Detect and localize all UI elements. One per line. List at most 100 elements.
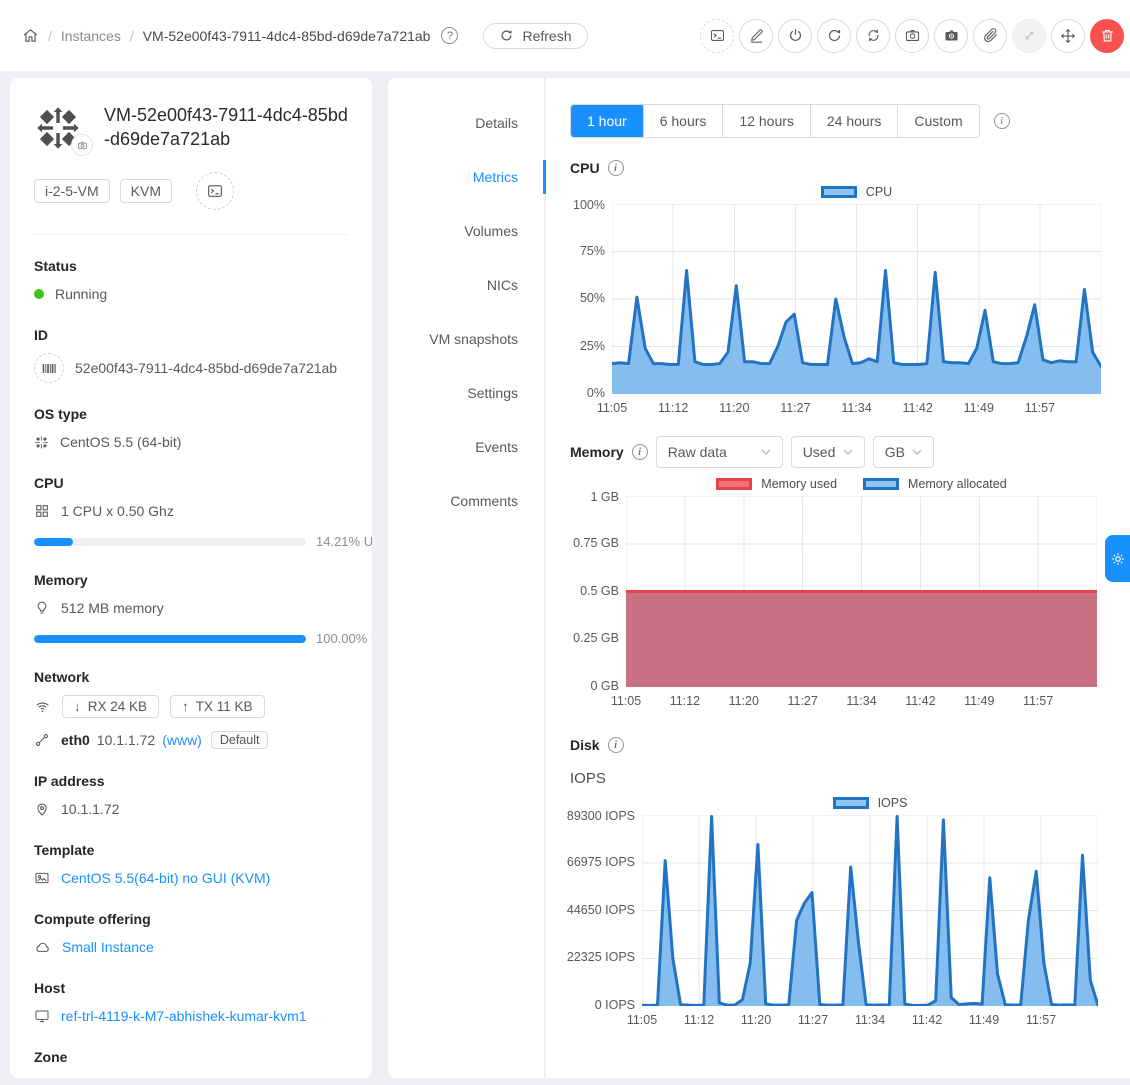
up-arrow-icon: ↑ (182, 699, 189, 714)
zone-link[interactable]: ref-trl-4119-k-M7-abhishek-kumar (61, 1077, 268, 1078)
memory-metric-select[interactable]: Used (791, 436, 865, 468)
x-axis-tick-label: 11:34 (855, 1013, 885, 1027)
legend-item[interactable]: Memory used (716, 477, 837, 491)
edit-button[interactable] (739, 19, 773, 53)
x-axis-tick-label: 11:20 (719, 401, 749, 415)
metrics-panel: 1 hour 6 hours 12 hours 24 hours Custom … (546, 78, 1130, 1078)
template-label: Template (34, 842, 348, 858)
legend-label: Memory used (761, 477, 837, 491)
breadcrumb-separator: / (130, 28, 134, 44)
legend-item[interactable]: CPU (821, 185, 892, 199)
info-circle-icon[interactable]: i (608, 160, 624, 176)
tab-settings[interactable]: Settings (388, 373, 544, 413)
tab-events[interactable]: Events (388, 427, 544, 467)
range-12-hours[interactable]: 12 hours (722, 105, 809, 137)
legend-item[interactable]: Memory allocated (863, 477, 1007, 491)
breadcrumb-vm-name: VM-52e00f43-7911-4dc4-85bd-d69de7a721ab (143, 28, 431, 44)
x-axis-tick-label: 11:27 (780, 401, 810, 415)
x-axis-tick-label: 11:49 (964, 694, 994, 708)
console-button[interactable] (700, 19, 734, 53)
take-snapshot-button[interactable] (895, 19, 929, 53)
centos-os-icon (34, 435, 49, 450)
attach-iso-button[interactable] (973, 19, 1007, 53)
vm-id-value: 52e00f43-7911-4dc4-85bd-d69de7a721ab (75, 360, 337, 376)
reinstall-button[interactable] (856, 19, 890, 53)
status-label: Status (34, 258, 348, 274)
y-axis-tick-label: 66975 IOPS (567, 855, 635, 869)
os-type-value: CentOS 5.5 (64-bit) (60, 434, 181, 450)
disk-chart-x-axis: 11:0511:1211:2011:2711:3411:4211:4911:57 (570, 1006, 1098, 1032)
migrate-button[interactable] (1051, 19, 1085, 53)
info-circle-icon[interactable]: i (608, 737, 624, 753)
x-axis-tick-label: 11:05 (627, 1013, 657, 1027)
destroy-button[interactable] (1090, 19, 1124, 53)
memory-mode-select[interactable]: Raw data (656, 436, 783, 468)
project-settings-fab[interactable] (1105, 535, 1130, 582)
template-link[interactable]: CentOS 5.5(64-bit) no GUI (KVM) (61, 870, 270, 886)
cpu-usage-progressbar (34, 538, 306, 546)
x-axis-tick-label: 11:20 (741, 1013, 771, 1027)
compute-offering-link[interactable]: Small Instance (62, 939, 154, 955)
y-axis-tick-label: 0.25 GB (573, 631, 619, 645)
refresh-button[interactable]: Refresh (483, 23, 587, 49)
hypervisor-tag: KVM (120, 179, 172, 203)
breadcrumb-instances[interactable]: Instances (61, 28, 121, 44)
info-circle-icon[interactable]: i (632, 444, 648, 460)
tab-nics[interactable]: NICs (388, 265, 544, 305)
move-arrows-icon (1059, 27, 1077, 45)
range-6-hours[interactable]: 6 hours (643, 105, 723, 137)
network-label: Network (34, 669, 348, 685)
legend-swatch (863, 478, 899, 490)
reboot-button[interactable] (817, 19, 851, 53)
range-1-hour[interactable]: 1 hour (571, 105, 643, 137)
y-axis-tick-label: 50% (580, 291, 605, 305)
tab-metrics[interactable]: Metrics (388, 157, 544, 197)
disk-chart: 0 IOPS22325 IOPS44650 IOPS66975 IOPS8930… (570, 815, 1098, 1006)
vm-detail-card: Details Metrics Volumes NICs VM snapshot… (388, 78, 1130, 1078)
ip-address-value: 10.1.1.72 (61, 801, 119, 817)
id-label: ID (34, 327, 348, 343)
question-circle-icon[interactable]: ? (441, 27, 458, 44)
tab-comments[interactable]: Comments (388, 481, 544, 521)
page-content: VM-52e00f43-7911-4dc4-85bd-d69de7a721ab … (0, 71, 1130, 1078)
range-custom[interactable]: Custom (897, 105, 978, 137)
chevron-down-icon (761, 449, 771, 455)
stop-instance-button[interactable] (778, 19, 812, 53)
home-icon[interactable] (22, 27, 39, 44)
memory-unit-select[interactable]: GB (873, 436, 934, 468)
legend-item[interactable]: IOPS (833, 796, 908, 810)
info-circle-icon[interactable]: i (994, 113, 1010, 129)
cloud-icon (34, 939, 51, 956)
cpu-value: 1 CPU x 0.50 Ghz (61, 503, 174, 519)
view-console-button[interactable] (196, 172, 234, 210)
breadcrumb: / Instances / VM-52e00f43-7911-4dc4-85bd… (22, 23, 588, 49)
x-axis-tick-label: 11:57 (1025, 401, 1055, 415)
nic-network-link[interactable]: (www) (162, 732, 202, 748)
memory-chart-title: Memory (570, 444, 624, 460)
host-link[interactable]: ref-trl-4119-k-M7-abhishek-kumar-kvm1 (61, 1008, 307, 1024)
paperclip-icon (982, 27, 999, 44)
cpu-chart: 0%25%50%75%100% (570, 204, 1101, 394)
disk-chart-section: Disk i IOPS IOPS 0 IOPS22325 IOPS44650 I… (570, 737, 1130, 1032)
y-axis-tick-label: 89300 IOPS (567, 809, 635, 823)
cpu-chart-legend: CPU (570, 185, 1101, 199)
y-axis-tick-label: 1 GB (591, 490, 620, 504)
tab-vm-snapshots[interactable]: VM snapshots (388, 319, 544, 359)
recurring-snapshot-button[interactable] (934, 19, 968, 53)
default-nic-tag: Default (211, 731, 269, 749)
tab-volumes[interactable]: Volumes (388, 211, 544, 251)
wifi-icon (34, 698, 51, 715)
legend-swatch (833, 797, 869, 809)
terminal-icon (709, 27, 726, 44)
ip-address-label: IP address (34, 773, 348, 789)
change-icon-camera-badge[interactable] (71, 134, 93, 156)
x-axis-tick-label: 11:12 (658, 401, 688, 415)
x-axis-tick-label: 11:12 (684, 1013, 714, 1027)
tab-details[interactable]: Details (388, 103, 544, 143)
x-axis-tick-label: 11:27 (798, 1013, 828, 1027)
x-axis-tick-label: 11:42 (905, 694, 935, 708)
scale-vm-button[interactable] (1012, 19, 1046, 53)
memory-chart-legend: Memory used Memory allocated (570, 477, 1097, 491)
disk-chart-legend: IOPS (570, 796, 1098, 810)
range-24-hours[interactable]: 24 hours (810, 105, 897, 137)
